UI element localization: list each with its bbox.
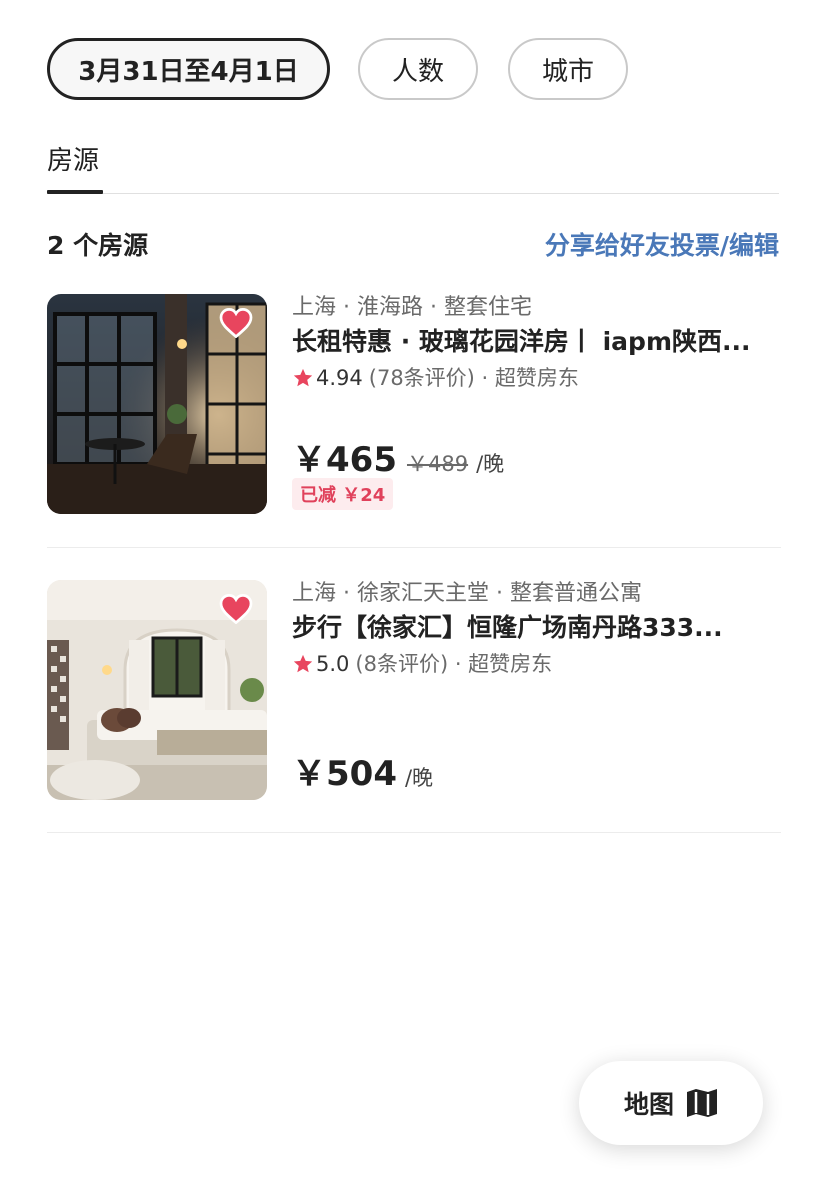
listing-rating: 4.94 (78条评价) · 超赞房东 [292,362,781,394]
listing-info: 上海 · 徐家汇天主堂 · 整套普通公寓 步行【徐家汇】恒隆广场南丹路333..… [292,580,781,794]
map-button[interactable]: 地图 [579,1061,763,1145]
listing-info: 上海 · 淮海路 · 整套住宅 长租特惠 · 玻璃花园洋房丨 iapm陕西...… [292,294,781,510]
tab-listings-label: 房源 [47,146,100,176]
per-night-label: /晚 [404,766,434,790]
tab-bar: 房源 [47,140,779,194]
guests-filter-label: 人数 [391,56,444,87]
listing-count: 2 个房源 [47,231,149,260]
listing-title[interactable]: 步行【徐家汇】恒隆广场南丹路333... [292,610,781,646]
date-filter-button[interactable]: 3月31日至4月1日 [47,38,330,100]
original-price: ￥489 [406,452,469,476]
favorite-heart-icon[interactable] [219,308,253,338]
star-icon [293,654,313,673]
nightly-price: ￥504 [292,754,397,794]
price-row: ￥465 ￥489 /晚 [292,432,504,481]
listing-card[interactable]: 上海 · 徐家汇天主堂 · 整套普通公寓 步行【徐家汇】恒隆广场南丹路333..… [47,580,781,800]
listing-rating: 5.0 (8条评价) · 超赞房东 [292,648,781,680]
listing-location: 上海 · 徐家汇天主堂 · 整套普通公寓 [292,581,642,606]
per-night-label: /晚 [476,452,505,476]
listing-card[interactable]: 上海 · 淮海路 · 整套住宅 长租特惠 · 玻璃花园洋房丨 iapm陕西...… [47,294,781,514]
divider [47,547,781,548]
listing-title[interactable]: 长租特惠 · 玻璃花园洋房丨 iapm陕西... [292,324,781,360]
map-button-label: 地图 [623,1090,674,1119]
listing-photo[interactable] [47,580,267,800]
date-filter-label: 3月31日至4月1日 [78,56,299,87]
divider [47,832,781,833]
price-row: ￥504 /晚 [292,746,433,795]
guests-filter-button[interactable]: 人数 [358,38,478,100]
listing-location: 上海 · 淮海路 · 整套住宅 [292,295,532,320]
discount-badge: 已减 ￥24 [292,478,394,510]
review-count: (78条评价) · 超赞房东 [368,366,579,390]
map-icon [687,1089,717,1117]
review-count: (8条评价) · 超赞房东 [355,652,553,676]
listings-summary: 2 个房源 分享给好友投票/编辑 [47,226,779,262]
rating-score: 5.0 [316,652,350,676]
star-icon [293,368,313,387]
favorite-heart-icon[interactable] [219,594,253,624]
share-vote-edit-link[interactable]: 分享给好友投票/编辑 [545,226,779,262]
rating-score: 4.94 [316,366,363,390]
active-tab-indicator [47,190,103,194]
nightly-price: ￥465 [292,440,397,480]
city-filter-button[interactable]: 城市 [508,38,628,100]
listing-photo[interactable] [47,294,267,514]
tab-listings[interactable]: 房源 [47,140,99,191]
city-filter-label: 城市 [541,56,594,87]
